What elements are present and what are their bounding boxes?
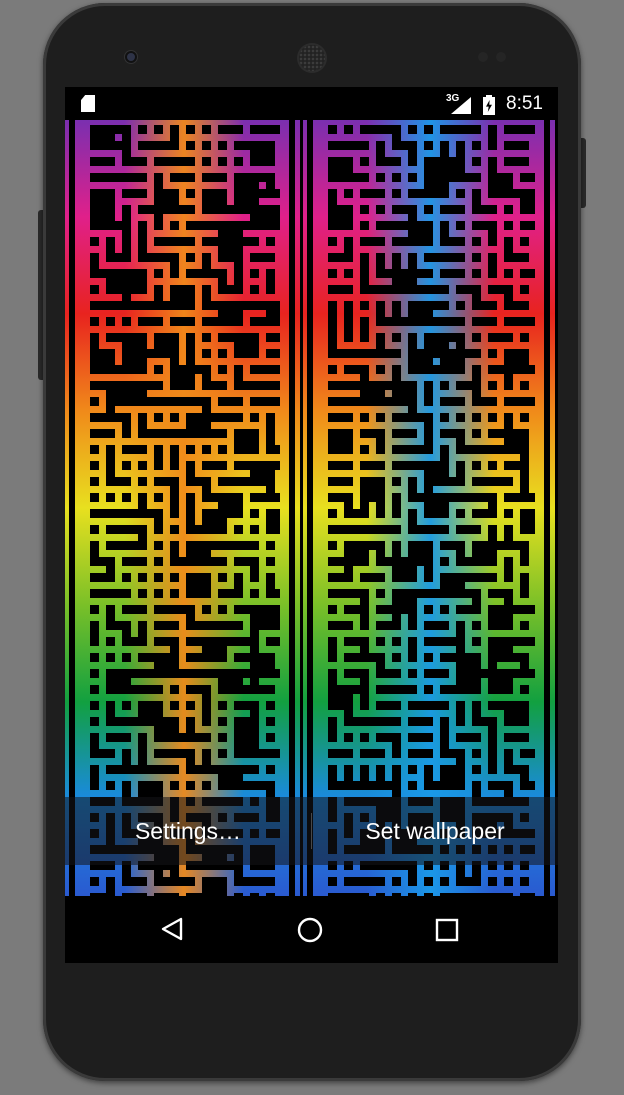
front-camera-icon (125, 51, 137, 63)
network-type-label: 3G (446, 93, 460, 104)
sd-card-icon (81, 95, 95, 112)
settings-button[interactable]: Settings… (65, 797, 311, 865)
maze-panel-left (65, 120, 303, 896)
maze-panel-right (303, 120, 558, 896)
earpiece-speaker-icon (299, 45, 325, 71)
recents-square-icon[interactable] (435, 918, 459, 942)
light-sensor-icon (496, 52, 506, 62)
battery-charging-icon (483, 95, 495, 115)
back-triangle-icon[interactable] (161, 917, 183, 941)
status-bar: 3G 8:51 (65, 87, 558, 120)
home-circle-icon[interactable] (297, 917, 323, 943)
proximity-sensor-icon (478, 52, 488, 62)
status-clock: 8:51 (506, 93, 543, 114)
wallpaper-preview (65, 120, 558, 896)
preview-action-bar: Settings… Set wallpaper (65, 797, 558, 865)
phone-screen: 3G 8:51 Settings… Set wallpaper (65, 87, 558, 963)
set-wallpaper-button[interactable]: Set wallpaper (312, 797, 558, 865)
navigation-bar (65, 896, 558, 963)
